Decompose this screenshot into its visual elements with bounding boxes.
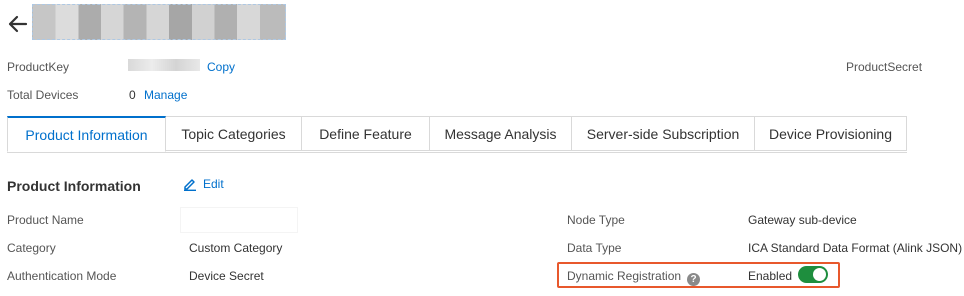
pencil-icon bbox=[184, 179, 196, 191]
node-type-value: Gateway sub-device bbox=[748, 213, 857, 227]
arrow-left-icon bbox=[8, 15, 28, 33]
toggle-knob bbox=[813, 268, 826, 281]
product-title-redacted bbox=[32, 4, 286, 40]
product-key-value-redacted bbox=[128, 59, 200, 71]
dynamic-registration-status: Enabled bbox=[748, 269, 793, 283]
dynamic-registration-label: Dynamic Registration? bbox=[567, 269, 701, 286]
dynamic-registration-toggle[interactable] bbox=[798, 266, 828, 283]
tab-product-information[interactable]: Product Information bbox=[7, 116, 166, 152]
category-label: Category bbox=[7, 241, 56, 255]
edit-button[interactable]: Edit bbox=[183, 177, 224, 191]
edit-label: Edit bbox=[203, 177, 224, 191]
product-key-label: ProductKey bbox=[7, 60, 70, 74]
total-devices-label: Total Devices bbox=[7, 88, 79, 102]
help-icon[interactable]: ? bbox=[687, 273, 701, 286]
total-devices-count: 0 bbox=[129, 88, 136, 102]
back-button[interactable] bbox=[6, 12, 30, 36]
data-type-value: ICA Standard Data Format (Alink JSON) bbox=[748, 241, 963, 255]
manage-link[interactable]: Manage bbox=[144, 88, 187, 102]
tab-device-provisioning[interactable]: Device Provisioning bbox=[755, 116, 907, 151]
data-type-label: Data Type bbox=[567, 241, 622, 255]
copy-link[interactable]: Copy bbox=[207, 60, 235, 74]
section-title: Product Information bbox=[7, 178, 141, 194]
tab-define-feature[interactable]: Define Feature bbox=[302, 116, 430, 151]
node-type-label: Node Type bbox=[567, 213, 625, 227]
category-value: Custom Category bbox=[189, 241, 283, 255]
tab-topic-categories[interactable]: Topic Categories bbox=[166, 116, 302, 151]
product-secret-label: ProductSecret bbox=[846, 60, 923, 74]
product-name-label: Product Name bbox=[7, 213, 84, 227]
tab-bar: Product Information Topic Categories Def… bbox=[7, 116, 907, 153]
product-name-value bbox=[180, 207, 298, 233]
auth-mode-value: Device Secret bbox=[189, 269, 264, 283]
tab-server-side-subscription[interactable]: Server-side Subscription bbox=[572, 116, 755, 151]
auth-mode-label: Authentication Mode bbox=[7, 269, 117, 283]
tab-message-analysis[interactable]: Message Analysis bbox=[430, 116, 572, 151]
